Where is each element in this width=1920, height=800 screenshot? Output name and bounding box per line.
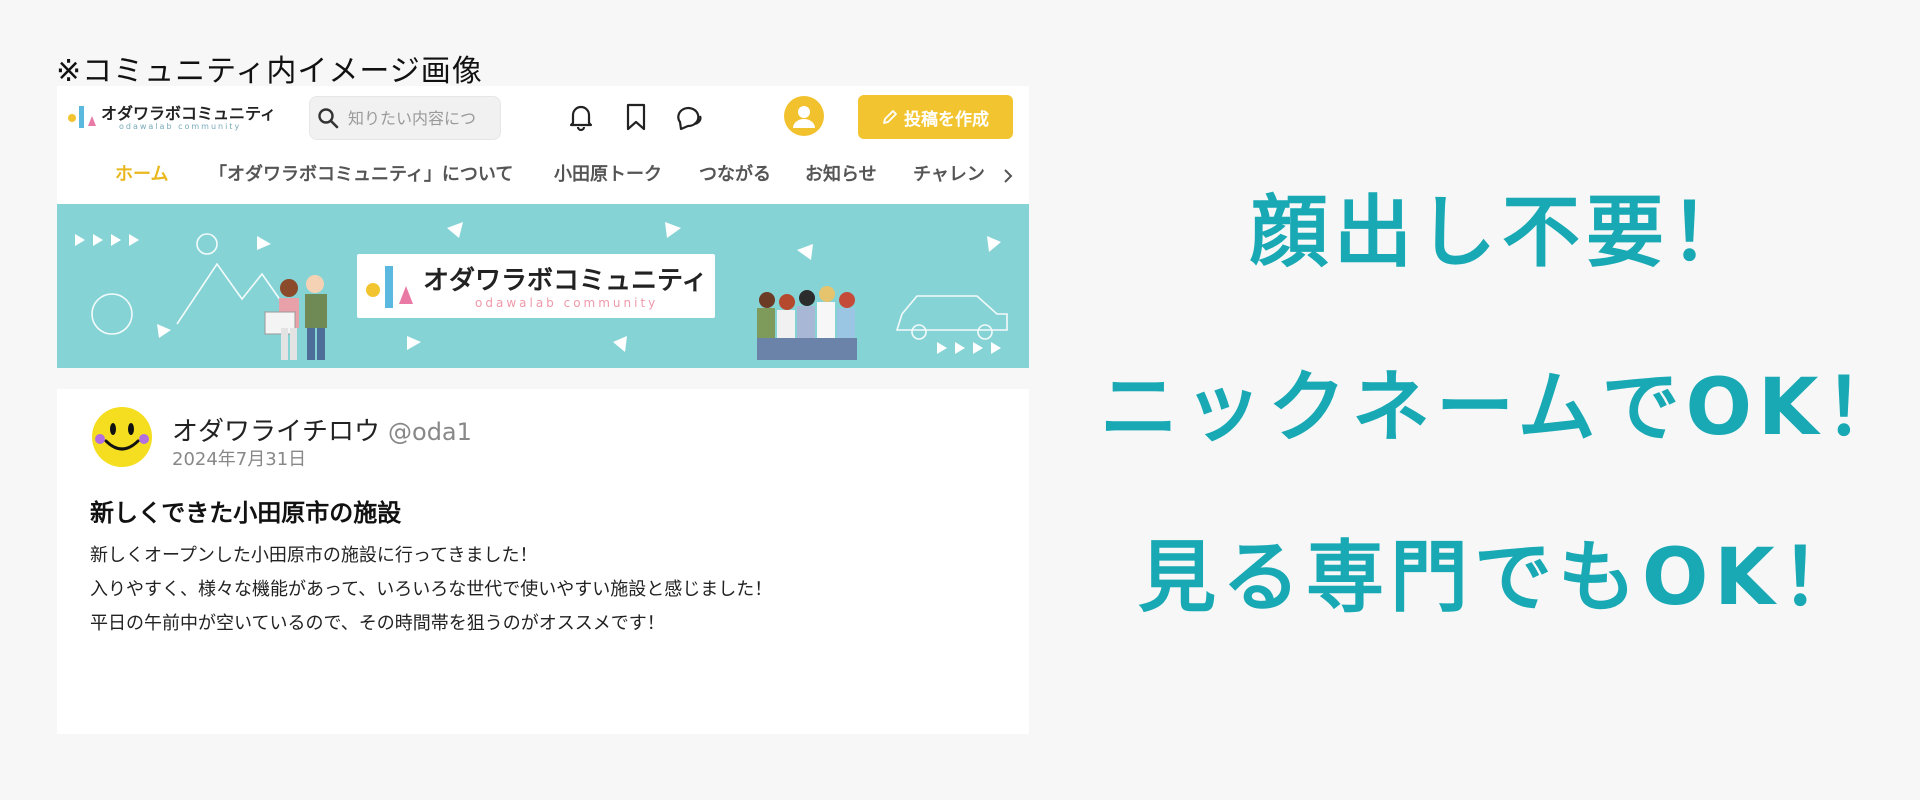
bell-icon[interactable] [562,98,600,136]
logo-subtext: odawalab community [119,122,242,131]
nav-tabs: ホーム 「オダワラボコミュニティ」について 小田原トーク つながる お知らせ チ… [57,152,1029,208]
banner-logo-mark-icon [366,266,413,308]
pencil-icon [883,110,897,124]
tab-about[interactable]: 「オダワラボコミュニティ」について [209,152,513,204]
community-banner: オダワラボコミュニティ odawalab community [57,204,1029,368]
author-avatar[interactable] [90,405,154,469]
post-body: 新しくオープンした小田原市の施設に行ってきました！ 入りやすく、様々な機能があっ… [90,539,772,641]
tab-connect[interactable]: つながる [699,152,771,204]
post-body-line: 入りやすく、様々な機能があって、いろいろな世代で使いやすい施設と感じました！ [90,579,773,600]
smiley-icon [92,407,152,467]
bookmark-icon[interactable] [617,98,655,136]
post-title[interactable]: 新しくできた小田原市の施設 [90,493,401,528]
chevron-right-icon[interactable] [995,158,1021,194]
post-date: 2024年7月31日 [172,449,307,470]
create-post-label: 投稿を作成 [904,109,989,130]
community-mockup: オダワラボコミュニティ odawalab community 投稿を作成 ホーム [57,86,1029,734]
post-card[interactable]: オダワライチロウ @oda1 2024年7月31日 新しくできた小田原市の施設 新… [57,389,1029,734]
logo[interactable]: オダワラボコミュニティ odawalab community [67,100,276,134]
author-line: オダワライチロウ @oda1 [172,411,472,448]
tab-challenge[interactable]: チャレン [913,152,985,204]
logo-mark-icon [68,106,96,128]
post-body-line: 平日の午前中が空いているので、その時間帯を狙うのがオススメです！ [90,613,665,634]
tab-home[interactable]: ホーム [101,152,183,207]
chat-icon[interactable] [671,98,709,136]
tab-odawara-talk[interactable]: 小田原トーク [554,152,662,204]
slogan-no-face: 顔出し不要！ [1250,188,1755,278]
post-body-line: 新しくオープンした小田原市の施設に行ってきました！ [90,545,538,566]
search-input[interactable] [346,107,490,129]
slogan-nickname-ok: ニックネームでOK！ [1100,363,1909,453]
top-bar: オダワラボコミュニティ odawalab community 投稿を作成 ホーム [57,86,1029,208]
search-box[interactable] [309,96,501,140]
search-icon [310,97,346,139]
user-icon [793,106,815,128]
banner-title: オダワラボコミュニティ [423,266,708,296]
author-name[interactable]: オダワライチロウ [172,417,380,447]
logo-text: オダワラボコミュニティ [101,104,277,123]
caption: ※コミュニティ内イメージ画像 [56,54,483,89]
user-avatar[interactable] [784,96,824,136]
banner-logo-card: オダワラボコミュニティ odawalab community [357,254,715,318]
author-handle[interactable]: @oda1 [388,418,472,446]
tab-news[interactable]: お知らせ [805,152,877,204]
create-post-button[interactable]: 投稿を作成 [858,95,1013,139]
slogan-view-only-ok: 見る専門でもOK！ [1138,533,1865,623]
banner-subtitle: odawalab community [475,296,659,310]
